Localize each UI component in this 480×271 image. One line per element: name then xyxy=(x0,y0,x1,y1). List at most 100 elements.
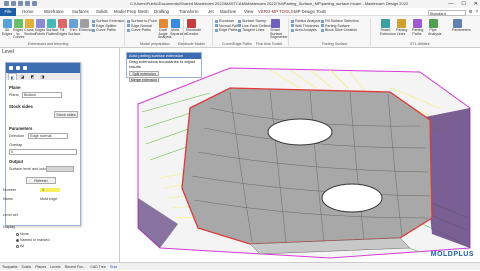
tab-file[interactable]: File xyxy=(0,8,16,16)
toolbar-right: Standard ⚙ ? xyxy=(427,8,478,16)
window-controls[interactable]: — ☐ ✕ xyxy=(448,0,478,8)
group-label-five-axis: Five Axis Toolkit xyxy=(256,42,283,46)
tab-wireframe[interactable]: Wireframe xyxy=(42,8,66,16)
tab-model-prep[interactable]: Model Prep xyxy=(112,8,138,16)
trim-surface-icon xyxy=(68,19,78,28)
quick-access-toolbar[interactable] xyxy=(4,1,44,7)
tab-machine[interactable]: Machine xyxy=(218,8,238,16)
cancel-icon xyxy=(16,66,20,70)
ok-icon xyxy=(9,66,13,70)
parting-paths-button[interactable]: Parting Paths xyxy=(412,18,423,36)
tab-home[interactable]: Home xyxy=(20,8,35,16)
tab-surfaces[interactable]: Surfaces xyxy=(70,8,91,16)
direction-select[interactable]: Edge normal xyxy=(28,133,68,139)
plane-select[interactable]: Bottom xyxy=(22,92,62,98)
extensions-small-group[interactable]: Surface Extension Edge Splitter Curve Path… xyxy=(92,19,125,33)
draft-angle-icon xyxy=(158,19,168,28)
number-value: 1 xyxy=(42,188,45,192)
name-label: Name xyxy=(3,197,13,201)
analysis-small-group[interactable]: Radius Analysis Wall Thickness Area Analys… xyxy=(291,19,320,33)
segmenter-icon xyxy=(270,19,280,28)
smart-extension-button[interactable]: Smart Extension xyxy=(380,18,396,36)
parameters-section-title: Parameters xyxy=(9,126,33,131)
electrode-creator-button[interactable]: Electrode Creator xyxy=(186,18,201,36)
merge-extension-button[interactable]: Merge extension xyxy=(129,77,159,83)
parameters-button[interactable]: Parameters xyxy=(452,18,471,33)
ribbon: 3D Edges Edges to Curves Cross Section E… xyxy=(0,16,480,48)
panel-tab-1[interactable]: ◧ xyxy=(8,73,17,80)
name-value[interactable]: Mold edge xyxy=(40,197,57,201)
group-separator xyxy=(370,18,371,46)
tab-transform[interactable]: Transform xyxy=(177,8,200,16)
stock-sides-button[interactable]: Stock sides xyxy=(54,111,78,118)
tab-view[interactable]: View xyxy=(242,8,255,16)
fill-edges-button[interactable]: Fill Edges xyxy=(57,18,67,36)
radio-named-or-marked[interactable]: Named or marked xyxy=(16,238,50,242)
help-icon[interactable]: ? xyxy=(476,8,478,16)
plane-label: Plane xyxy=(9,93,19,97)
tab-mesh[interactable]: Mesh xyxy=(136,8,151,16)
close-icon: ✕ xyxy=(473,1,478,7)
settings-icon[interactable]: ⚙ xyxy=(469,8,473,16)
panel-tab-2[interactable]: ◪ xyxy=(18,73,27,80)
tab-cad-tree[interactable]: CAD Tree xyxy=(90,263,106,270)
surface-level-label: Surface level and color xyxy=(9,167,48,171)
curve-paths-small-group[interactable]: Rundown Normal Paths Edge Paths xyxy=(215,19,241,33)
radio-all[interactable]: All xyxy=(16,244,24,248)
3d-edges-button[interactable]: 3D Edges xyxy=(2,18,12,36)
tab-levels[interactable]: Levels xyxy=(50,263,60,270)
tab-jet[interactable]: Jet xyxy=(206,8,216,16)
tab-vero-mp-tools[interactable]: VERO-MP TOOLS xyxy=(256,8,296,16)
pipe-analysis-icon xyxy=(428,19,438,28)
tab-drafting[interactable]: Drafting xyxy=(152,8,171,16)
display-label: Display xyxy=(3,225,16,229)
mold-separation-button[interactable]: Mold Separation xyxy=(170,18,187,36)
surface-flatten-icon xyxy=(46,19,56,28)
plane-section-title: Plane xyxy=(9,85,21,90)
group-label-curve-paths: Curve/Edge Paths xyxy=(222,42,252,46)
parting-lines-icon xyxy=(396,19,406,28)
pipe-analysis-button[interactable]: Pipe Analysis xyxy=(428,18,441,36)
parting-small-group[interactable]: Fill Surface Selection Parting Surface Blo… xyxy=(321,19,359,33)
tab-mp-design-tools[interactable]: MP Design Tools xyxy=(292,8,328,16)
panel-tab-4[interactable]: ◨ xyxy=(38,73,47,80)
3d-edges-icon xyxy=(2,19,12,28)
output-section-title: Output xyxy=(9,159,24,164)
group-label-extensions: Extensions and trimming xyxy=(28,42,69,46)
tab-toolpaths[interactable]: Toolpaths xyxy=(2,263,17,270)
edges-points-icon xyxy=(35,19,45,28)
tab-rule[interactable]: Rule xyxy=(110,263,117,270)
smart-surface-segmenter-button[interactable]: Smart Surface Segmenter xyxy=(270,18,288,40)
graphics-viewport[interactable]: Auto parting surface extension Drag exte… xyxy=(120,48,480,262)
trim-surface-button[interactable]: Trim Surface xyxy=(68,18,80,36)
electrode-icon xyxy=(186,19,196,28)
panel-title: Level xyxy=(2,49,14,55)
display-select[interactable]: Standard xyxy=(427,9,466,16)
radio-none[interactable]: None xyxy=(16,232,29,236)
draft-angle-button[interactable]: Draft Angle Analysis xyxy=(158,18,171,40)
tab-solids[interactable]: Solids xyxy=(94,8,110,16)
model-prep-small-group[interactable]: Surface to Point Edge Normal Curve Paths xyxy=(127,19,157,33)
tab-recent-functions[interactable]: Recent Fun... xyxy=(65,263,87,270)
panel-tab-3[interactable]: ◩ xyxy=(28,73,37,80)
surface-flatten-button[interactable]: Surface Flatten xyxy=(46,18,58,36)
mold-separation-icon xyxy=(170,19,180,28)
group-label-electrode: Electrode Maker xyxy=(178,42,205,46)
cross-section-button[interactable]: Cross Section xyxy=(24,18,36,36)
smart-extension-icon xyxy=(380,19,390,28)
extension-button[interactable]: Extension xyxy=(79,18,95,33)
tab-solids-manager[interactable]: Solids xyxy=(21,263,31,270)
color-picker[interactable] xyxy=(46,166,74,172)
edges-to-curves-button[interactable]: Edges to Curves xyxy=(13,18,24,40)
parting-surface-model[interactable] xyxy=(120,48,480,262)
group-separator xyxy=(212,18,213,46)
refresh-button[interactable]: Refresh xyxy=(26,177,56,184)
panel-toolbar[interactable] xyxy=(6,63,80,73)
parting-lines-button[interactable]: Parting Lines xyxy=(396,18,407,36)
help-icon xyxy=(23,66,27,70)
moldplus-logo: MOLDPLUS xyxy=(430,251,474,258)
overlap-field[interactable]: 0 xyxy=(9,149,77,155)
split-extension-button[interactable]: Split extension xyxy=(129,71,159,77)
edges-points-button[interactable]: Edges Points xyxy=(35,18,45,36)
tab-planes[interactable]: Planes xyxy=(35,263,46,270)
